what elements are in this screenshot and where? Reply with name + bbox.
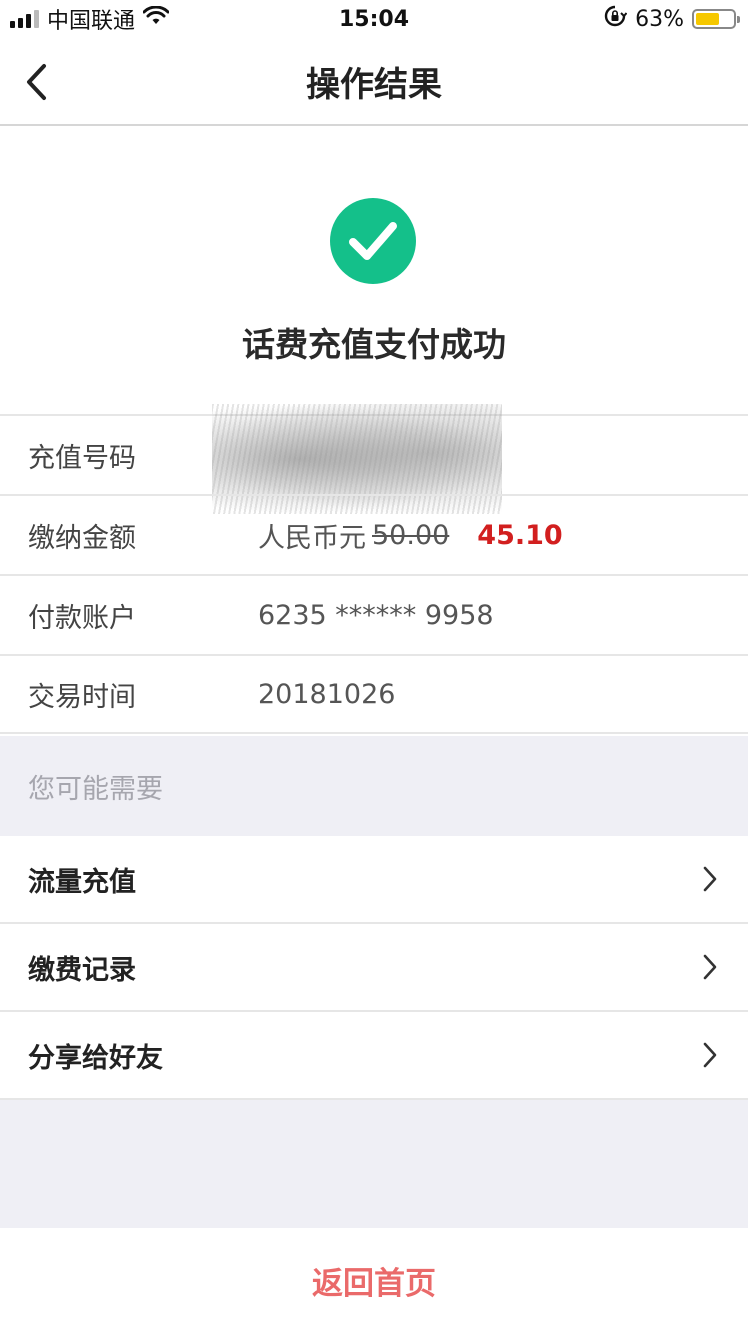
status-left: 中国联通 bbox=[10, 3, 170, 35]
detail-row-account: 付款账户 6235 ****** 9958 bbox=[0, 574, 748, 654]
account-label: 付款账户 bbox=[28, 602, 136, 634]
battery-level bbox=[696, 13, 719, 25]
page-title: 操作结果 bbox=[306, 64, 442, 105]
link-label: 流量充值 bbox=[28, 866, 136, 898]
result-section: 话费充值支付成功 bbox=[0, 126, 748, 414]
link-share-friends[interactable]: 分享给好友 bbox=[0, 1012, 748, 1100]
chevron-left-icon bbox=[27, 64, 46, 100]
battery-icon bbox=[692, 9, 740, 29]
amount-actual: 45.10 bbox=[477, 519, 563, 551]
result-message: 话费充值支付成功 bbox=[242, 325, 506, 364]
amount-original: 50.00 bbox=[372, 519, 450, 551]
time-label: 交易时间 bbox=[28, 681, 136, 713]
suggestions-header: 您可能需要 bbox=[0, 736, 748, 836]
amount-value: 人民币元 50.00 45.10 bbox=[258, 516, 563, 555]
phone-label: 充值号码 bbox=[28, 442, 136, 474]
status-bar: 中国联通 15:04 63% bbox=[0, 0, 748, 38]
battery-percent: 63% bbox=[635, 6, 684, 32]
chevron-right-icon bbox=[700, 865, 720, 893]
chevron-right-icon bbox=[700, 953, 720, 981]
detail-row-time: 交易时间 20181026 bbox=[0, 654, 748, 734]
status-right: 63% bbox=[603, 4, 740, 34]
signal-icon bbox=[10, 10, 39, 28]
chevron-right-icon bbox=[700, 1041, 720, 1069]
amount-currency: 人民币元 bbox=[258, 522, 366, 554]
time-value: 20181026 bbox=[258, 678, 396, 710]
transaction-details: 充值号码 缴纳金额 人民币元 50.00 45.10 付款账户 6235 ***… bbox=[0, 404, 748, 734]
nav-bar: 操作结果 bbox=[0, 38, 748, 126]
amount-label: 缴纳金额 bbox=[28, 522, 136, 554]
link-label: 缴费记录 bbox=[28, 954, 136, 986]
link-data-topup[interactable]: 流量充值 bbox=[0, 836, 748, 924]
link-label: 分享给好友 bbox=[28, 1042, 163, 1074]
check-circle-icon bbox=[330, 198, 416, 284]
spacer-area bbox=[0, 1100, 748, 1228]
link-payment-history[interactable]: 缴费记录 bbox=[0, 924, 748, 1012]
account-value: 6235 ****** 9958 bbox=[258, 599, 494, 631]
back-button[interactable] bbox=[22, 62, 52, 102]
carrier-label: 中国联通 bbox=[47, 9, 136, 34]
detail-row-phone: 充值号码 bbox=[0, 404, 748, 514]
rotation-lock-icon bbox=[603, 4, 628, 34]
suggestion-list: 流量充值 缴费记录 分享给好友 bbox=[0, 836, 748, 1100]
detail-row-amount: 缴纳金额 人民币元 50.00 45.10 bbox=[0, 494, 748, 574]
wifi-icon bbox=[142, 5, 170, 32]
return-home-button[interactable]: 返回首页 bbox=[0, 1228, 748, 1332]
